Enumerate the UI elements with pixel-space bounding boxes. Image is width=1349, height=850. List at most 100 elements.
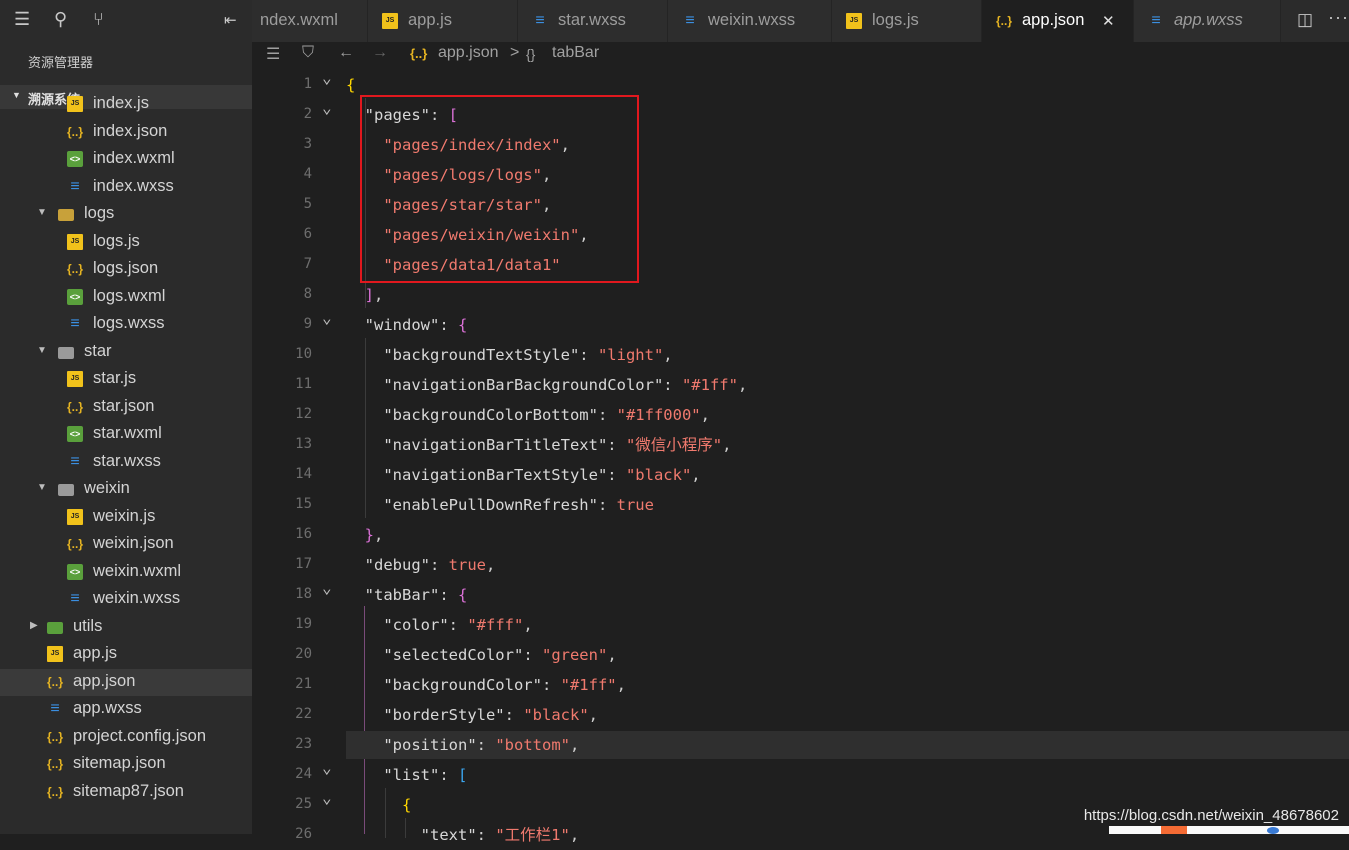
line-number: 10 — [295, 346, 312, 362]
tree-item-weixin[interactable]: ▼ weixin — [0, 476, 252, 503]
search-icon[interactable]: ⚲ — [54, 9, 67, 30]
tree-item-app-json[interactable]: {..} app.json — [0, 668, 252, 696]
code-token: , — [486, 556, 496, 574]
js-file-icon: JS — [846, 13, 862, 29]
split-editor-icon[interactable]: ◫ — [1297, 10, 1313, 30]
tree-item-app-js[interactable]: JS app.js — [0, 641, 252, 668]
tree-item-index-wxss[interactable]: ≡ index.wxss — [0, 174, 252, 201]
more-actions-icon[interactable]: ··· — [1328, 7, 1349, 28]
close-icon[interactable]: ✕ — [1102, 12, 1115, 30]
tree-item-index-js[interactable]: JS index.js — [0, 91, 252, 118]
tab-app-json[interactable]: {..} app.json ✕ — [982, 0, 1134, 42]
tab-app-js[interactable]: JS app.js — [368, 0, 518, 42]
tree-item-index-json[interactable]: {..} index.json — [0, 119, 252, 146]
tree-item-logs-json[interactable]: {..} logs.json — [0, 256, 252, 283]
line-number: 17 — [295, 556, 312, 572]
tree-item-label: logs.js — [93, 231, 140, 250]
fold-chevron-icon[interactable]: ⌄ — [322, 68, 332, 87]
line-number: 22 — [295, 706, 312, 722]
fold-chevron-icon[interactable]: ⌄ — [322, 98, 332, 117]
line-number: 11 — [295, 376, 312, 392]
fold-chevron-icon[interactable]: ⌄ — [322, 308, 332, 327]
code-line: "backgroundColorBottom": "#1ff000", — [346, 400, 710, 430]
tree-item-logs-wxss[interactable]: ≡ logs.wxss — [0, 311, 252, 338]
fold-chevron-icon[interactable]: ⌄ — [322, 578, 332, 597]
collapse-left-icon[interactable]: ⇤ — [224, 11, 237, 29]
bookmark-icon[interactable]: ⛉ — [302, 44, 314, 62]
code-token: "window" — [364, 316, 440, 334]
back-arrow-icon[interactable]: ← — [338, 44, 354, 62]
tab-star-wxss[interactable]: ≡ star.wxss — [518, 0, 668, 42]
json-file-icon: {..} — [67, 262, 84, 276]
tree-item-label: star.js — [93, 369, 137, 387]
code-token: : — [597, 406, 617, 424]
line-number: 14 — [295, 466, 312, 482]
tree-item-logs-js[interactable]: JS logs.js — [0, 229, 252, 256]
code-token: : — [439, 586, 458, 604]
chevron-right-icon[interactable]: ▶ — [30, 620, 38, 631]
code-token: , — [374, 526, 384, 544]
code-token: : — [430, 556, 449, 574]
tree-item-sitemap87-json[interactable]: {..} sitemap87.json — [0, 779, 252, 806]
tree-item-index-wxml[interactable]: <> index.wxml — [0, 146, 252, 173]
fold-chevron-icon[interactable]: ⌄ — [322, 788, 332, 807]
code-token: "tabBar" — [364, 586, 440, 604]
code-line: }, — [346, 520, 384, 550]
tree-item-star-wxml[interactable]: <> star.wxml — [0, 421, 252, 448]
menu-icon[interactable]: ☰ — [14, 9, 30, 30]
tree-item-project-config-json[interactable]: {..} project.config.json — [0, 724, 252, 751]
tree-item-label: weixin.wxss — [93, 589, 181, 607]
tree-item-label: star.json — [93, 396, 155, 415]
code-token: [ — [458, 766, 468, 784]
code-token: "#fff" — [467, 616, 524, 634]
line-number: 20 — [295, 646, 312, 662]
tab-logs-js[interactable]: JS logs.js — [832, 0, 982, 42]
line-number: 13 — [295, 436, 312, 452]
tree-item-weixin-js[interactable]: JS weixin.js — [0, 504, 252, 531]
code-token: : — [448, 616, 468, 634]
tree-item-label: sitemap87.json — [73, 781, 184, 800]
tree-item-sitemap-json[interactable]: {..} sitemap.json — [0, 751, 252, 778]
tree-item-logs[interactable]: ▼ logs — [0, 201, 252, 228]
overlay-strip — [1109, 826, 1349, 834]
tab-app-wxss[interactable]: ≡ app.wxss — [1134, 0, 1281, 42]
code-token: "#1ff" — [560, 676, 617, 694]
tab-weixin-wxss[interactable]: ≡ weixin.wxss — [668, 0, 832, 42]
chevron-down-icon[interactable]: ▼ — [37, 482, 47, 493]
wxss-file-icon: ≡ — [70, 177, 80, 195]
tree-item-star-js[interactable]: JS star.js — [0, 366, 252, 393]
json-file-icon: {..} — [67, 537, 84, 551]
tree-item-star-json[interactable]: {..} star.json — [0, 394, 252, 421]
breadcrumb-symbol[interactable]: tabBar — [552, 44, 599, 62]
js-file-icon: JS — [67, 233, 83, 250]
code-token: { — [346, 76, 356, 94]
list-icon[interactable]: ☰ — [266, 44, 280, 64]
tree-item-weixin-wxss[interactable]: ≡ weixin.wxss — [0, 586, 252, 613]
tree-item-label: weixin.js — [93, 506, 156, 525]
code-token: "light" — [597, 346, 664, 364]
tree-item-weixin-wxml[interactable]: <> weixin.wxml — [0, 559, 252, 586]
tree-item-app-wxss[interactable]: ≡ app.wxss — [0, 696, 252, 723]
wxss-file-icon: ≡ — [685, 12, 695, 29]
tree-item-weixin-json[interactable]: {..} weixin.json — [0, 531, 252, 558]
tree-item-label: star.wxss — [93, 451, 161, 470]
forward-arrow-icon[interactable]: → — [372, 44, 388, 62]
tab-ndex-wxml[interactable]: ndex.wxml — [252, 0, 368, 42]
chevron-down-icon[interactable]: ▼ — [37, 345, 47, 356]
chevron-down-icon[interactable]: ▼ — [37, 207, 47, 218]
source-control-icon[interactable]: ⑂ — [93, 9, 104, 30]
breadcrumb-file[interactable]: app.json — [438, 44, 499, 62]
folder-file-icon — [58, 346, 74, 359]
fold-chevron-icon[interactable]: ⌄ — [322, 758, 332, 777]
tree-item-logs-wxml[interactable]: <> logs.wxml — [0, 284, 252, 311]
share-icon — [1267, 827, 1279, 834]
tree-item-utils[interactable]: ▶ utils — [0, 614, 252, 641]
explorer-title: 资源管理器 — [28, 55, 94, 70]
tree-item-star-wxss[interactable]: ≡ star.wxss — [0, 449, 252, 476]
tree-item-star[interactable]: ▼ star — [0, 339, 252, 366]
